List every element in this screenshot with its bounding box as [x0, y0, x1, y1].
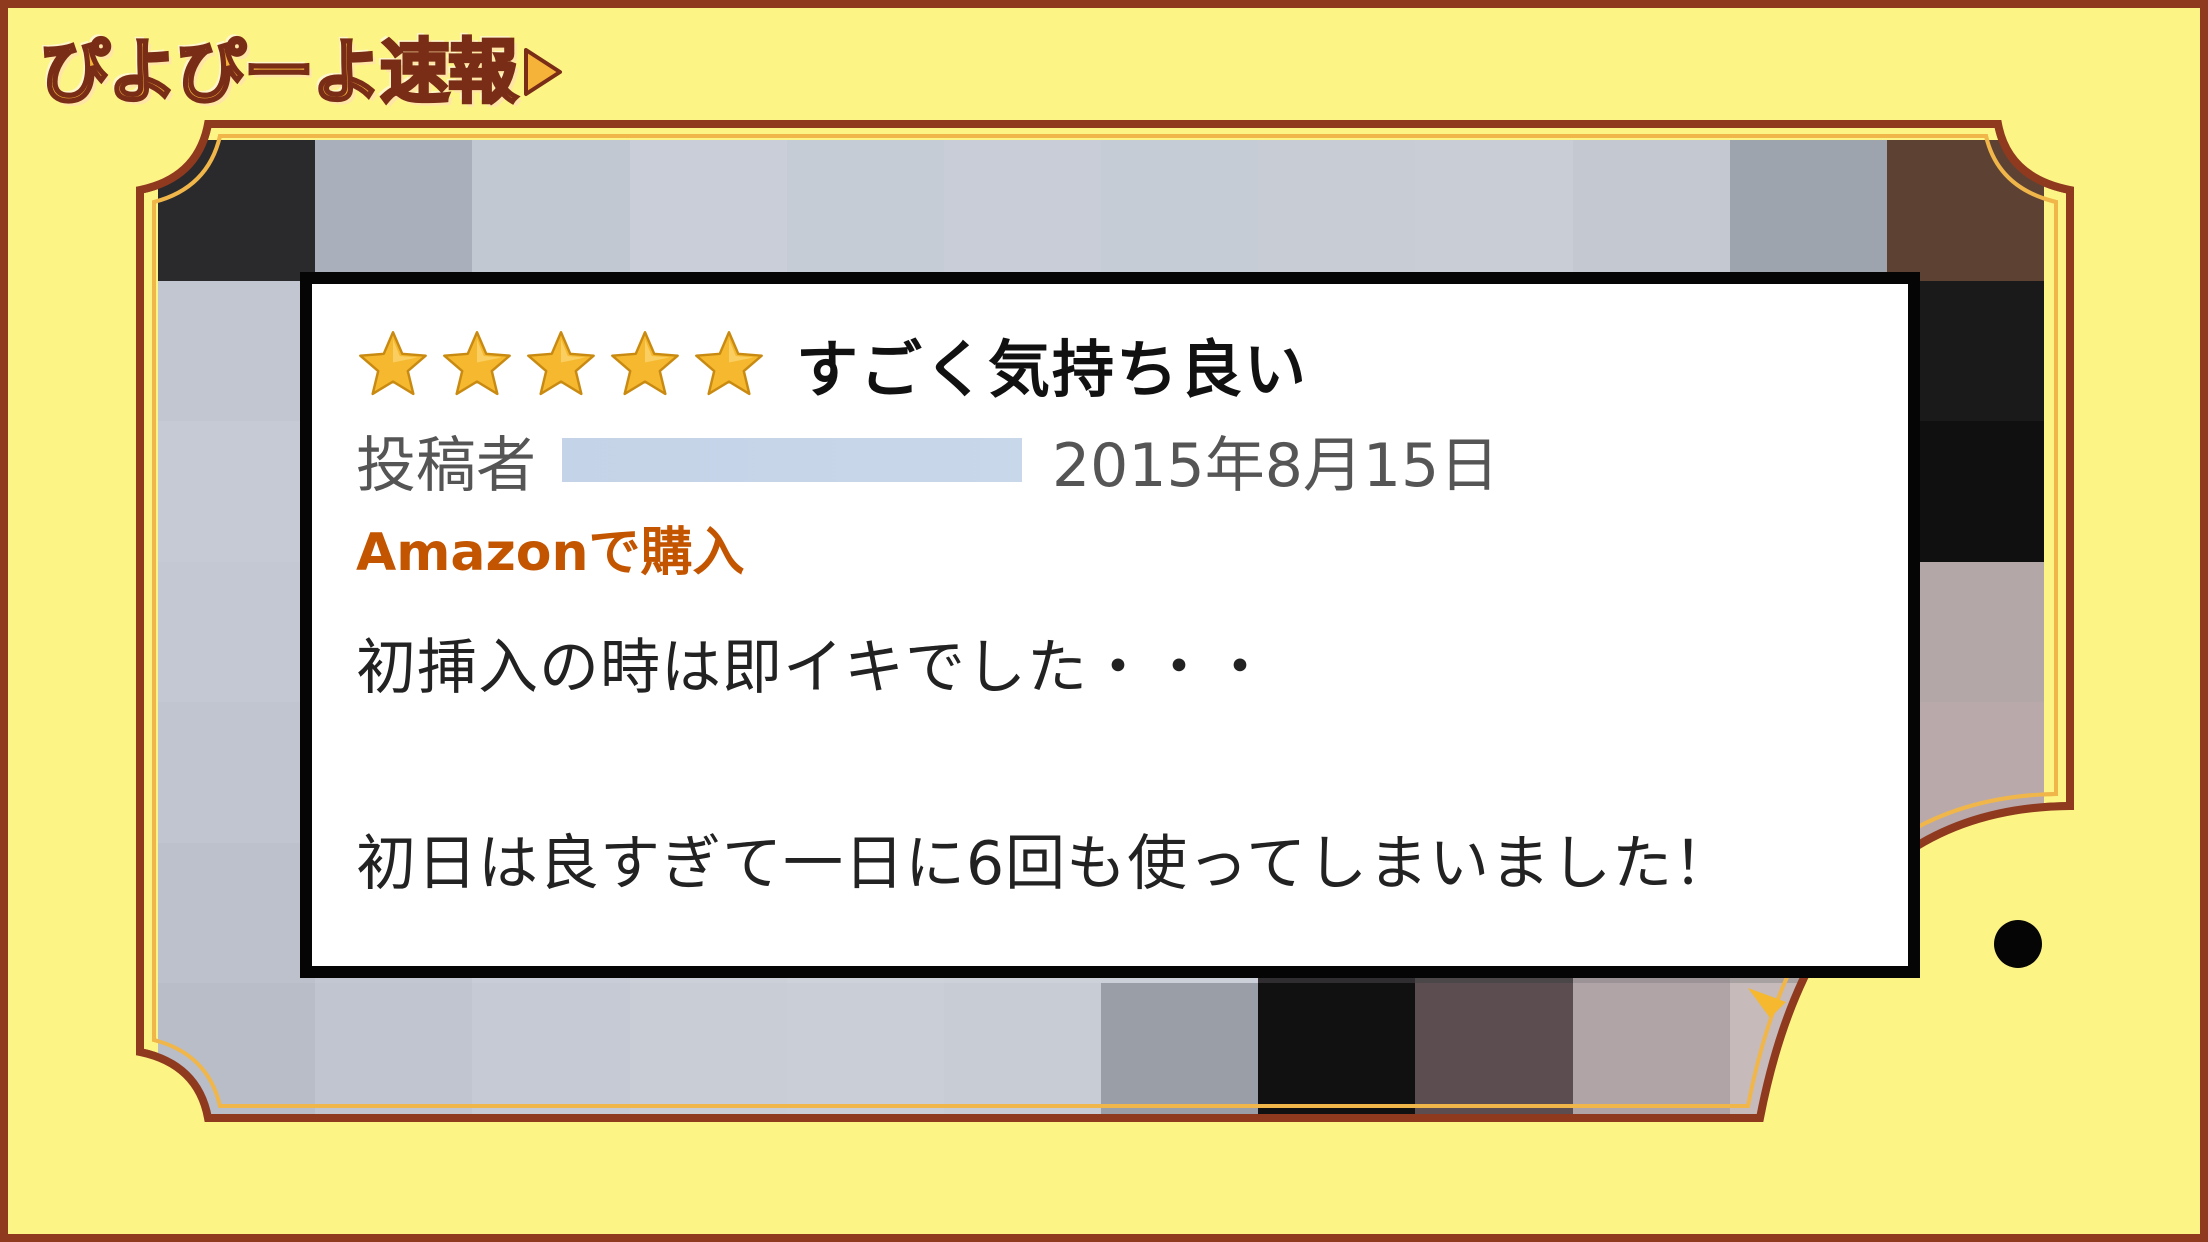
star-icon [524, 328, 598, 400]
review-body-line: 初日は良すぎて一日に6回も使ってしまいました！ [356, 829, 1735, 899]
site-logo: ぴよぴーよ速報 [39, 24, 564, 120]
site-logo-text: ぴよぴーよ速報 [39, 31, 520, 113]
star-icon [356, 328, 430, 400]
author-label: 投稿者 [356, 430, 536, 501]
decorative-dot [1994, 920, 2042, 968]
review-card: すごく気持ち良い 投稿者 2015年8月15日 Amazonで購入 初挿入の時は… [300, 272, 1920, 978]
star-icon [440, 328, 514, 400]
review-meta: 投稿者 2015年8月15日 [356, 422, 1868, 501]
star-icon [608, 328, 682, 400]
review-body-line: 初挿入の時は即イキでした・・・ [356, 633, 1271, 703]
star-rating [356, 328, 766, 400]
review-header: すごく気持ち良い [356, 322, 1868, 406]
review-date: 2015年8月15日 [1052, 430, 1500, 501]
review-title: すごく気持ち良い [796, 333, 1309, 406]
video-frame: ぴよぴーよ速報 すごく気持ち良い 投稿者 2015年8月15日 Amazonで購… [0, 0, 2208, 1242]
verified-purchase-badge: Amazonで購入 [356, 523, 745, 583]
star-icon [692, 328, 766, 400]
author-name-redacted [562, 438, 1022, 482]
play-arrow-icon [524, 48, 562, 96]
